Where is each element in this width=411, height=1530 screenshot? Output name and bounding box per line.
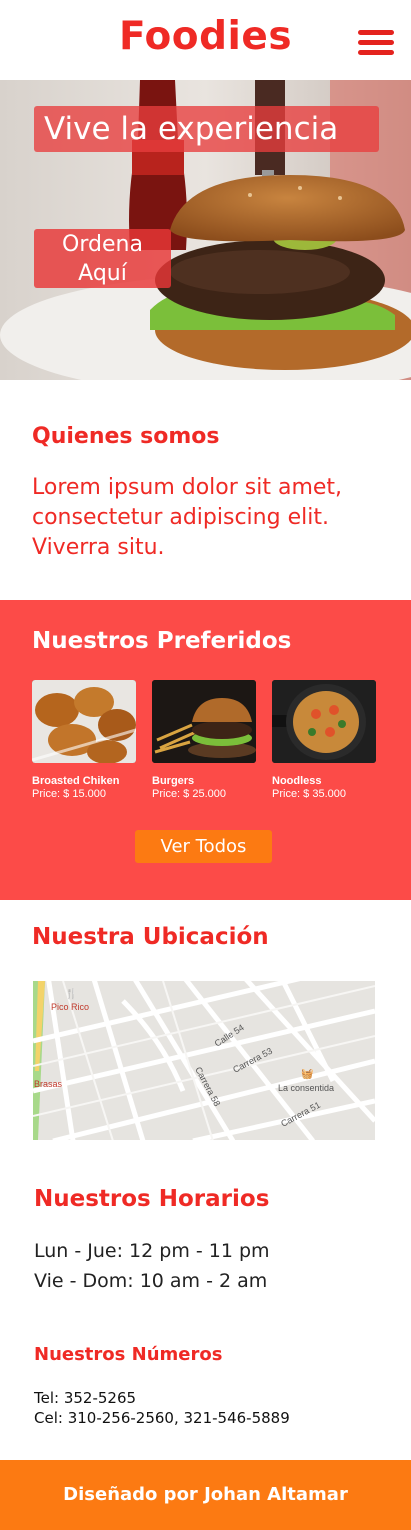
favorite-price: Price: $ 35.000 — [272, 788, 346, 800]
favorites-section: Nuestros Preferidos Broasted Chiken Pric… — [0, 600, 411, 900]
hours-weekday: Lun - Jue: 12 pm - 11 pm — [34, 1240, 270, 1262]
chicken-image — [32, 680, 136, 763]
favorites-title: Nuestros Preferidos — [32, 628, 292, 654]
hamburger-menu-icon[interactable] — [358, 30, 394, 56]
hours-weekend: Vie - Dom: 10 am - 2 am — [34, 1270, 268, 1292]
favorite-card-chicken[interactable]: Broasted Chiken Price: $ 15.000 — [32, 680, 136, 800]
hero-banner: Vive la experiencia Ordena Aquí — [0, 80, 411, 380]
hours-title: Nuestros Horarios — [34, 1186, 270, 1212]
favorite-name: Burgers — [152, 775, 195, 787]
favorite-name: Noodless — [272, 775, 322, 787]
map-label-la-consentida: La consentida — [278, 1083, 334, 1093]
about-title: Quienes somos — [32, 424, 220, 449]
phone-number[interactable]: Tel: 352-5265 — [34, 1389, 136, 1407]
favorite-card-burgers[interactable]: Burgers Price: $ 25.000 — [152, 680, 256, 800]
noodles-image — [272, 680, 376, 763]
location-map[interactable]: Pico Rico 🍴 Brasas Calle 54 Carrera 53 C… — [33, 981, 375, 1140]
favorite-name: Broasted Chiken — [32, 775, 120, 787]
order-here-button[interactable]: Ordena Aquí — [34, 229, 171, 288]
hero-title: Vive la experiencia — [34, 106, 379, 152]
about-text: Lorem ipsum dolor sit amet, consectetur … — [32, 475, 343, 560]
fork-knife-icon: 🍴 — [65, 987, 77, 1000]
cell-numbers[interactable]: Cel: 310-256-2560, 321-546-5889 — [34, 1409, 290, 1427]
burgers-image — [152, 680, 256, 763]
shopping-basket-icon: 🧺 — [301, 1068, 313, 1080]
map-label-brasas: Brasas — [34, 1079, 63, 1089]
location-title: Nuestra Ubicación — [32, 924, 269, 950]
favorite-price: Price: $ 15.000 — [32, 788, 106, 800]
header: Foodies — [0, 0, 411, 80]
map-label-pico-rico: Pico Rico — [51, 1002, 89, 1012]
logo[interactable]: Foodies — [0, 14, 411, 59]
order-here-label-line2: Aquí — [78, 261, 127, 286]
favorite-card-noodles[interactable]: Noodless Price: $ 35.000 — [272, 680, 376, 800]
numbers-title: Nuestros Números — [34, 1344, 223, 1365]
favorite-price: Price: $ 25.000 — [152, 788, 226, 800]
order-here-label-line1: Ordena — [62, 232, 143, 257]
footer-credit: Diseñado por Johan Altamar — [0, 1460, 411, 1530]
see-all-button[interactable]: Ver Todos — [135, 830, 272, 863]
